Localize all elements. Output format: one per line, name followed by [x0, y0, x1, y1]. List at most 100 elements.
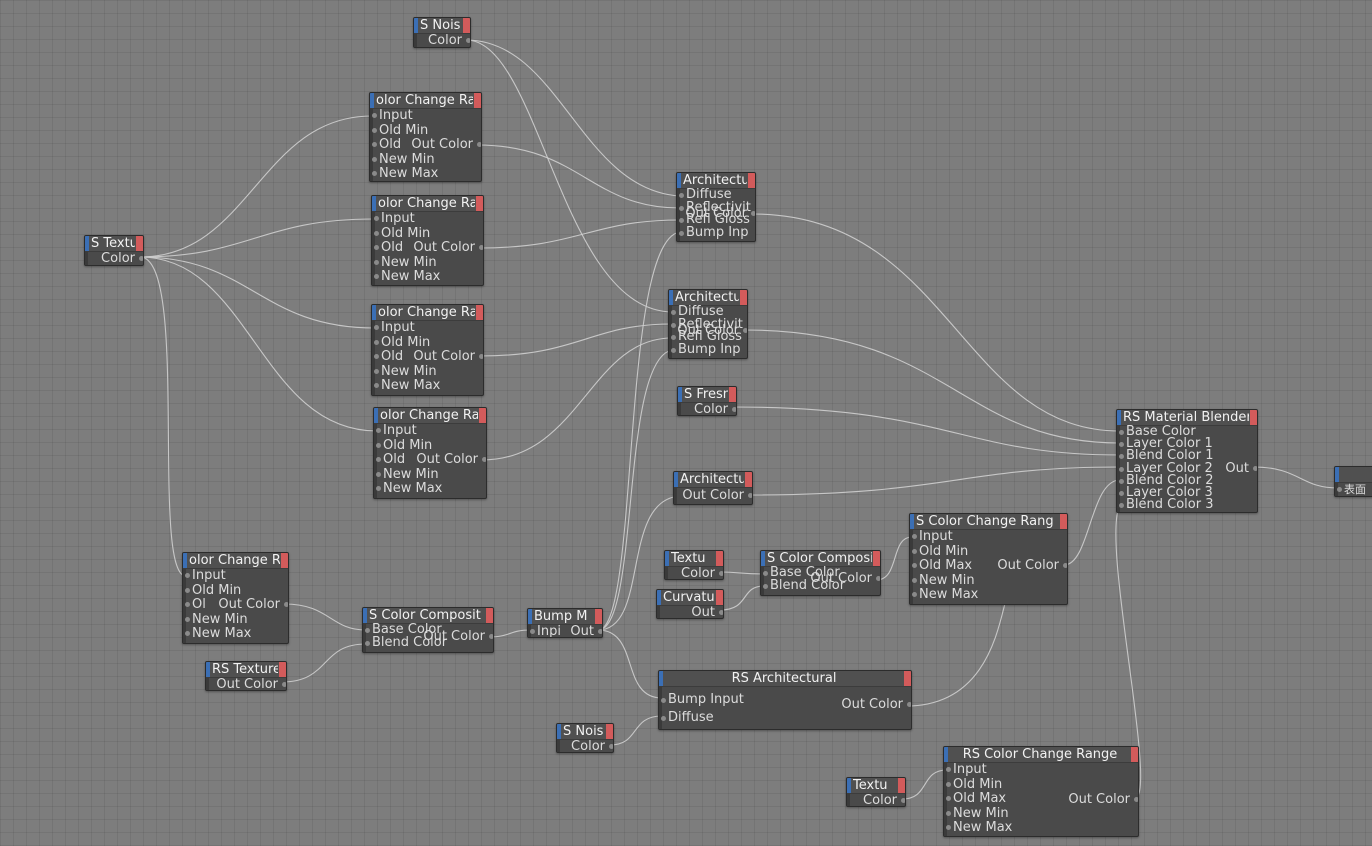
color-composite-node-low[interactable]: S Color Composit Base Color Blend Color …	[362, 607, 494, 653]
node-header[interactable]: Textu	[847, 778, 905, 794]
output-port[interactable]	[1063, 563, 1067, 568]
curvature-node[interactable]: Curvatu Out	[656, 589, 724, 619]
output-port[interactable]	[751, 211, 755, 216]
input-port-row[interactable]: New Min	[372, 364, 483, 380]
input-port-row[interactable]: Input	[944, 762, 1138, 778]
node-header[interactable]: Textu	[665, 551, 723, 567]
output-port[interactable]	[284, 602, 288, 607]
node-header[interactable]: olor Change Ra	[374, 408, 486, 424]
color-change-range-node-bottom[interactable]: RS Color Change Range Input Old Min Old …	[943, 746, 1139, 837]
node-header[interactable]: olor Change Ra	[370, 93, 481, 109]
color-change-range-node-4[interactable]: olor Change Ra Input Old Min Old New Min…	[373, 407, 487, 499]
output-port[interactable]	[719, 571, 723, 576]
output-port[interactable]	[282, 682, 286, 687]
input-port-row[interactable]: New Max	[372, 378, 483, 394]
input-port-row[interactable]: Bump Inp	[669, 343, 747, 357]
output-port[interactable]	[743, 328, 747, 333]
color-composite-node-mid[interactable]: S Color Composi Base Color Blend Color O…	[760, 550, 881, 596]
node-header[interactable]: Curvatu	[657, 590, 723, 606]
noise-node-top[interactable]: S Nois Color	[413, 17, 471, 48]
output-port[interactable]	[876, 576, 880, 581]
input-port-row[interactable]: New Min	[183, 612, 288, 628]
output-port[interactable]	[479, 354, 483, 359]
architectural-node-3[interactable]: Architectu Out Color	[673, 471, 753, 505]
color-change-range-node-big[interactable]: S Color Change Rang Input Old Min Old Ma…	[909, 513, 1068, 605]
color-change-range-node-2[interactable]: olor Change Ra Input Old Min Old New Min…	[371, 195, 484, 286]
material-blender-node[interactable]: RS Material Blender Base Color Layer Col…	[1116, 409, 1258, 513]
texture-node-bottom[interactable]: Textu Color	[846, 777, 906, 807]
input-port-row[interactable]: Old Min	[374, 438, 486, 454]
output-port[interactable]	[748, 493, 752, 498]
input-port-row[interactable]: New Min	[372, 255, 483, 271]
node-header[interactable]: S Color Change Rang	[910, 514, 1067, 530]
node-header[interactable]: Architectu	[674, 472, 752, 488]
output-port[interactable]	[901, 798, 905, 803]
texture-node-left[interactable]: S Textu Color	[84, 235, 144, 266]
fresnel-node[interactable]: S Fresn Color	[677, 386, 737, 416]
node-header[interactable]	[1335, 467, 1372, 483]
output-port[interactable]	[598, 629, 602, 634]
architectural-node-1[interactable]: Architectu Diffuse Reflectivit Refl Glos…	[676, 172, 756, 242]
node-header[interactable]: RS Architectural	[659, 671, 911, 687]
node-header[interactable]: S Nois	[414, 18, 470, 34]
output-port[interactable]	[466, 38, 470, 43]
output-port-label: Out	[570, 624, 594, 638]
output-port[interactable]	[732, 407, 736, 412]
input-port-row[interactable]: Old Min	[944, 777, 1138, 793]
input-port-row[interactable]: New Min	[374, 467, 486, 483]
node-header[interactable]: S Fresn	[678, 387, 736, 403]
node-header[interactable]: olor Change R	[183, 553, 288, 569]
color-change-range-node-5[interactable]: olor Change R Input Old Min Ol New Min N…	[182, 552, 289, 644]
output-port[interactable]	[139, 256, 143, 261]
architectural-node-2[interactable]: Architectu Diffuse Reflectivit Refl Glos…	[668, 289, 748, 359]
wire	[743, 329, 1121, 444]
input-port-row[interactable]: New Max	[910, 587, 1067, 603]
bump-map-node[interactable]: Bump M Inpi Out	[527, 608, 603, 638]
node-header[interactable]: RS Texture	[206, 662, 286, 678]
input-port-row[interactable]: New Max	[183, 626, 288, 642]
output-port[interactable]	[609, 744, 613, 749]
input-port-row[interactable]: Input	[372, 211, 483, 227]
output-port[interactable]	[489, 634, 493, 639]
input-port-row[interactable]: New Max	[374, 481, 486, 497]
material-output-node[interactable]: 表面	[1334, 466, 1372, 497]
output-port[interactable]	[477, 142, 481, 147]
input-port-row[interactable]: Input	[370, 108, 481, 124]
input-port-row[interactable]: Blend Color 3	[1117, 498, 1257, 511]
output-port[interactable]	[719, 610, 723, 615]
input-port-row[interactable]: Old Min	[183, 583, 288, 599]
node-header[interactable]: olor Change Ra	[372, 196, 483, 212]
input-port-row[interactable]: Old Min	[372, 226, 483, 242]
color-change-range-node-3[interactable]: olor Change Ra Input Old Min Old New Min…	[371, 304, 484, 396]
output-port[interactable]	[482, 457, 486, 462]
input-port-row[interactable]: New Min	[370, 152, 481, 168]
output-port[interactable]	[907, 702, 911, 707]
input-port-row[interactable]: Old Min	[372, 335, 483, 351]
input-port-row[interactable]: New Max	[370, 166, 481, 181]
node-header[interactable]: olor Change Ra	[372, 305, 483, 321]
input-port-row[interactable]: Input	[910, 529, 1067, 545]
input-port-row[interactable]: New Min	[910, 573, 1067, 589]
architectural-node-big[interactable]: RS Architectural Bump Input Diffuse Out …	[658, 670, 912, 730]
color-change-range-node-1[interactable]: olor Change Ra Input Old Min Old New Min…	[369, 92, 482, 182]
input-port-row[interactable]: New Max	[944, 820, 1138, 836]
output-port[interactable]	[1134, 797, 1138, 802]
input-port-row[interactable]: 表面	[1335, 483, 1372, 496]
texture-node-low[interactable]: RS Texture Out Color	[205, 661, 287, 691]
input-port-row[interactable]: New Min	[944, 806, 1138, 822]
noise-node-low[interactable]: S Nois Color	[556, 723, 614, 753]
node-header[interactable]: Bump M	[528, 609, 602, 625]
node-header[interactable]: S Nois	[557, 724, 613, 740]
input-port-row[interactable]: Input	[183, 568, 288, 584]
node-header[interactable]: RS Color Change Range	[944, 747, 1138, 763]
output-port[interactable]	[479, 245, 483, 250]
input-port-row[interactable]: Bump Inp	[677, 226, 755, 240]
input-port-row[interactable]: New Max	[372, 269, 483, 285]
texture-node-mid[interactable]: Textu Color	[664, 550, 724, 580]
input-port-row[interactable]: Input	[372, 320, 483, 336]
node-header[interactable]: S Textu	[85, 236, 143, 252]
input-port-row[interactable]: Old Min	[370, 123, 481, 139]
input-port-row[interactable]: Old Min	[910, 544, 1067, 560]
input-port-row[interactable]: Input	[374, 423, 486, 439]
output-port[interactable]	[1253, 466, 1257, 471]
